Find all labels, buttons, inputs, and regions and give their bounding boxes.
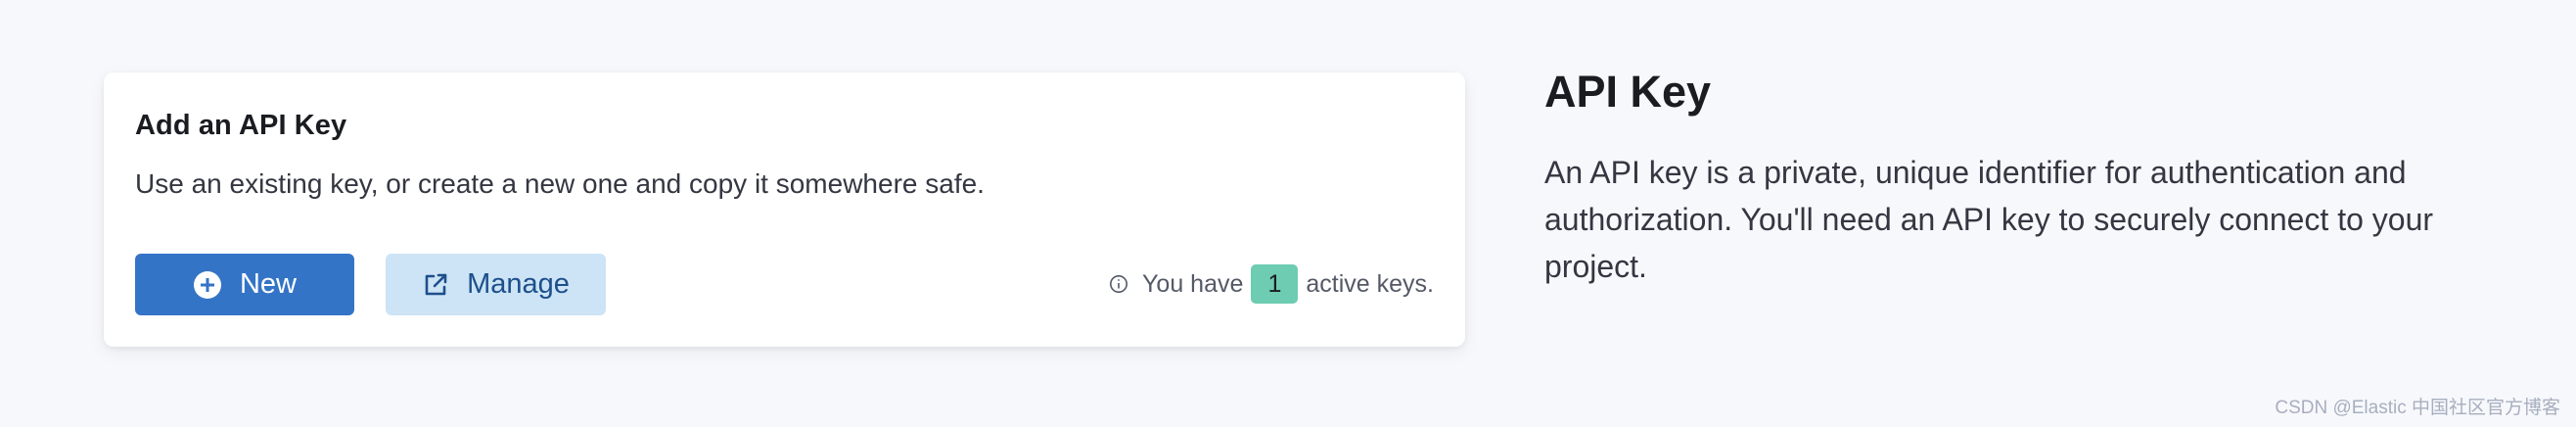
active-keys-count-badge: 1 [1251,264,1299,304]
manage-keys-button[interactable]: Manage [386,254,606,315]
new-key-button[interactable]: New [135,254,354,315]
api-key-explanation: An API key is a private, unique identifi… [1544,155,2434,284]
active-keys-suffix: active keys. [1306,269,1434,298]
add-api-key-panel: Add an API Key Use an existing key, or c… [104,72,1465,347]
api-key-heading: API Key [1544,67,1712,117]
info-icon [1109,274,1128,294]
panel-description: Use an existing key, or create a new one… [135,168,985,199]
panel-title: Add an API Key [135,110,347,141]
manage-keys-button-label: Manage [467,268,570,300]
page: Add an API Key Use an existing key, or c… [0,0,2576,427]
external-link-icon [422,271,449,299]
active-keys-prefix: You have [1142,269,1244,298]
active-keys-status: You have 1 active keys. [1109,264,1434,304]
watermark: CSDN @Elastic 中国社区官方博客 [2275,398,2560,418]
plus-circle-icon [193,270,222,300]
new-key-button-label: New [239,268,297,300]
